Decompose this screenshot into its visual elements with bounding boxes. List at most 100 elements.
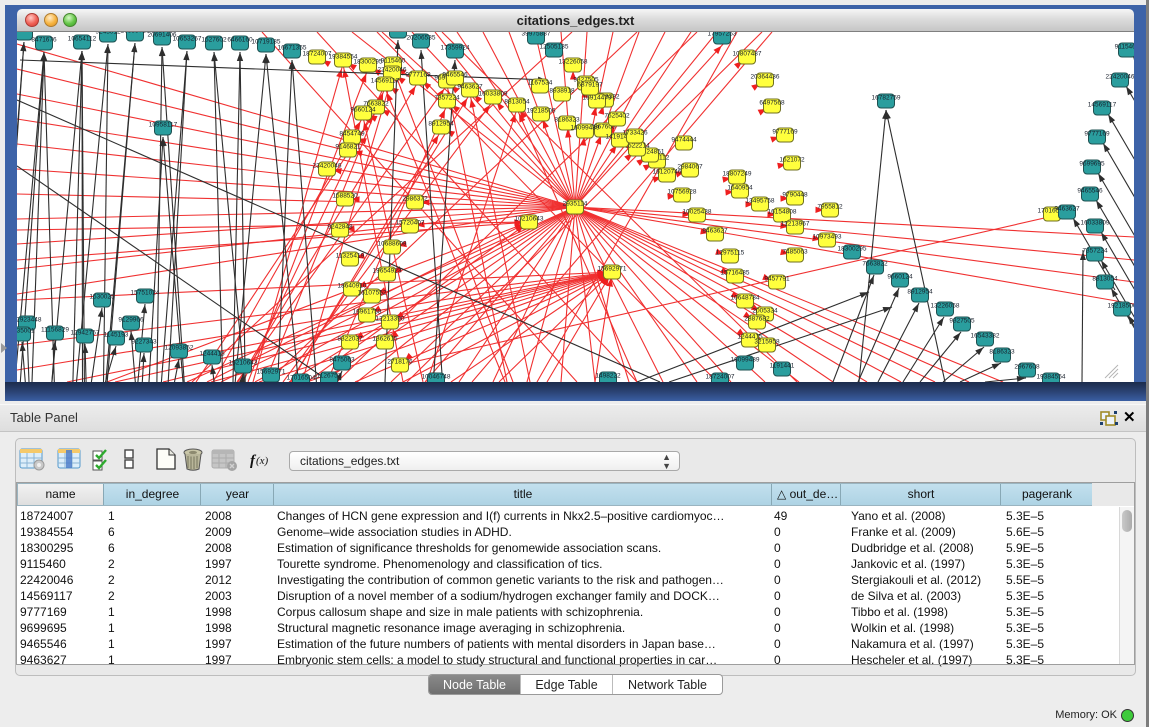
svg-text:16671355: 16671355 — [278, 45, 307, 52]
svg-text:1145193: 1145193 — [104, 332, 129, 339]
svg-text:9327505: 9327505 — [949, 318, 975, 325]
svg-text:16543382: 16543382 — [971, 333, 1000, 340]
svg-text:10653267: 10653267 — [173, 36, 202, 43]
svg-text:9660124: 9660124 — [887, 274, 913, 281]
svg-text:8813054: 8813054 — [1092, 276, 1118, 283]
svg-text:18807249: 18807249 — [723, 171, 752, 178]
svg-text:17016504: 17016504 — [287, 375, 316, 382]
svg-text:9463627: 9463627 — [1054, 206, 1080, 213]
svg-text:18300295: 18300295 — [838, 246, 867, 253]
svg-text:16961758: 16961758 — [353, 309, 382, 316]
svg-text:15692971: 15692971 — [257, 369, 286, 376]
svg-text:8454749: 8454749 — [339, 131, 365, 138]
svg-text:9115460: 9115460 — [1115, 44, 1134, 51]
svg-text:1167534: 1167534 — [528, 80, 553, 87]
svg-text:6879197: 6879197 — [577, 82, 603, 89]
svg-text:10046748: 10046748 — [422, 374, 451, 381]
svg-text:2718176: 2718176 — [387, 359, 413, 366]
svg-text:1527602: 1527602 — [201, 37, 227, 44]
svg-text:2935114: 2935114 — [563, 201, 588, 208]
svg-text:15751024: 15751024 — [131, 290, 160, 297]
svg-text:9777169: 9777169 — [405, 72, 431, 79]
svg-text:11325419: 11325419 — [336, 253, 365, 260]
svg-text:8186323: 8186323 — [554, 117, 580, 124]
svg-text:10648784: 10648784 — [731, 295, 760, 302]
svg-text:16154808: 16154808 — [768, 209, 797, 216]
svg-text:16120746: 16120746 — [653, 169, 682, 176]
svg-text:10688609: 10688609 — [378, 241, 407, 248]
svg-text:20553719: 20553719 — [121, 32, 150, 35]
svg-text:16099489: 16099489 — [731, 357, 760, 364]
svg-text:8912954: 8912954 — [907, 289, 933, 296]
svg-text:20364436: 20364436 — [751, 74, 780, 81]
svg-text:13226058: 13226058 — [559, 59, 588, 66]
svg-text:1191441: 1191441 — [770, 363, 795, 370]
svg-text:22420046: 22420046 — [1106, 74, 1134, 81]
svg-text:12505135: 12505135 — [540, 44, 569, 51]
svg-text:(x): (x) — [256, 455, 269, 467]
svg-text:8475063: 8475063 — [329, 357, 355, 364]
svg-text:8471676: 8471676 — [31, 37, 57, 44]
svg-text:9245012: 9245012 — [95, 32, 121, 36]
svg-text:6497568: 6497568 — [759, 100, 785, 107]
svg-text:1621072: 1621072 — [779, 157, 805, 164]
svg-text:12213390: 12213390 — [376, 316, 405, 323]
svg-text:10807487: 10807487 — [733, 51, 762, 58]
svg-text:12923448: 12923448 — [17, 317, 42, 324]
svg-text:1362615: 1362615 — [372, 336, 398, 343]
svg-text:18300295: 18300295 — [354, 59, 383, 66]
svg-text:6466160: 6466160 — [227, 37, 253, 44]
svg-text:10973493: 10973493 — [813, 234, 842, 241]
svg-text:2005334: 2005334 — [752, 308, 778, 315]
svg-text:39975887: 39975887 — [522, 32, 551, 38]
svg-text:9660124: 9660124 — [350, 107, 376, 114]
svg-text:20206535: 20206535 — [407, 35, 436, 42]
svg-text:8912954: 8912954 — [428, 121, 454, 128]
svg-text:16099489: 16099489 — [571, 125, 600, 132]
svg-text:7625402: 7625402 — [604, 113, 630, 120]
svg-text:9463627: 9463627 — [457, 84, 483, 91]
svg-text:15692971: 15692971 — [598, 266, 627, 273]
svg-text:14569117: 14569117 — [1088, 102, 1117, 109]
svg-text:13226058: 13226058 — [931, 303, 960, 310]
svg-text:10719185: 10719185 — [252, 39, 281, 46]
svg-text:3215958: 3215958 — [754, 339, 780, 346]
svg-text:9463627: 9463627 — [702, 228, 728, 235]
svg-text:2967608: 2967608 — [1014, 364, 1040, 371]
svg-text:10958117: 10958117 — [149, 122, 178, 129]
svg-text:14569117: 14569117 — [371, 78, 400, 85]
svg-text:8813054: 8813054 — [504, 99, 530, 106]
svg-text:9146821: 9146821 — [335, 144, 361, 151]
svg-text:7357224: 7357224 — [1082, 248, 1108, 255]
svg-text:9777169: 9777169 — [772, 129, 798, 136]
svg-text:11156829: 11156829 — [41, 327, 69, 334]
svg-text:23420046: 23420046 — [313, 163, 342, 170]
svg-text:7485063: 7485063 — [782, 249, 808, 256]
svg-text:9699695: 9699695 — [1079, 161, 1105, 168]
svg-text:8186323: 8186323 — [989, 349, 1015, 356]
svg-text:19218506: 19218506 — [527, 108, 556, 115]
svg-text:10025438: 10025438 — [683, 209, 712, 216]
svg-text:9129966: 9129966 — [118, 317, 144, 324]
svg-text:12213967: 12213967 — [781, 221, 810, 228]
svg-text:9465546: 9465546 — [1077, 188, 1103, 195]
svg-text:1588520: 1588520 — [332, 193, 358, 200]
svg-text:12942757: 12942757 — [71, 330, 100, 337]
svg-text:1126753: 1126753 — [317, 373, 342, 380]
svg-text:2887682: 2887682 — [744, 316, 770, 323]
svg-text:19218506: 19218506 — [1108, 303, 1134, 310]
svg-text:22420046: 22420046 — [378, 67, 407, 74]
svg-text:18724007: 18724007 — [706, 374, 735, 381]
svg-text:9465546: 9465546 — [442, 72, 468, 79]
svg-text:12975115: 12975115 — [716, 250, 745, 257]
svg-text:8435001: 8435001 — [17, 328, 35, 335]
svg-text:10654112: 10654112 — [68, 36, 97, 43]
svg-text:15716485: 15716485 — [721, 270, 750, 277]
svg-text:2986372: 2986372 — [402, 196, 428, 203]
svg-text:17957253: 17957253 — [708, 32, 737, 38]
svg-text:16107552: 16107552 — [358, 290, 387, 297]
svg-text:16914479: 16914479 — [583, 95, 612, 102]
svg-text:9777169: 9777169 — [1084, 131, 1110, 138]
svg-text:8938918: 8938918 — [549, 88, 575, 95]
svg-text:1640954: 1640954 — [727, 185, 753, 192]
